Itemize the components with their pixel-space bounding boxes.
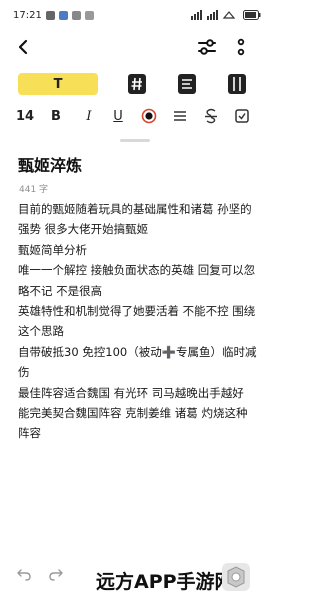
format-toolbar-row1: T [0, 72, 269, 98]
bottom-bar: 远方APP手游网 [0, 556, 269, 600]
paragraph[interactable]: 自带破抵30 免控100（被动➕专属鱼）临时减伤 [18, 342, 258, 383]
format-toolbar-row2: 14 B I U [0, 104, 269, 128]
align-icon[interactable] [172, 107, 188, 125]
text-style-button[interactable]: T [18, 73, 98, 95]
battery-icon [243, 10, 261, 20]
text-style-label: T [53, 76, 63, 92]
char-count: 441 字 [19, 185, 49, 195]
status-bar: 17:21 [0, 0, 269, 30]
checkbox-icon[interactable] [234, 107, 250, 125]
undo-icon[interactable] [16, 566, 32, 582]
paragraph[interactable]: 目前的甄姬随着玩具的基础属性和诸葛 孙坚的强势 很多大佬开始搞甄姬 [18, 199, 258, 240]
status-left: 17:21 [13, 10, 94, 21]
paragraph[interactable]: 英雄特性和机制觉得了她要活着 不能不控 围绕这个思路 [18, 301, 258, 342]
notification-icon [45, 10, 55, 20]
underline-button[interactable]: U [111, 107, 125, 125]
document-title[interactable]: 甄姬淬炼 [18, 152, 82, 176]
watermark-text: 远方APP手游网 [96, 570, 234, 593]
app-notification-icon-2 [71, 10, 81, 20]
app-notification-icon [58, 10, 68, 20]
document-body[interactable]: 目前的甄姬随着玩具的基础属性和诸葛 孙坚的强势 很多大佬开始搞甄姬 甄姬简单分析… [18, 199, 258, 444]
more-vertical-icon[interactable] [234, 38, 248, 56]
italic-button[interactable]: I [82, 107, 96, 125]
paragraph[interactable]: 唯一一个解控 接触负面状态的英雄 回复可以忽略不记 不是很高 [18, 260, 258, 301]
paragraph[interactable]: 最佳阵容适合魏国 有光环 司马越晚出手越好 能完美契合魏国阵容 克制姜维 诸葛 … [18, 383, 258, 444]
share-settings-icon[interactable] [197, 38, 217, 56]
app-notification-icon-3 [84, 10, 94, 20]
font-size-button[interactable]: 14 [16, 107, 34, 125]
strikethrough-icon[interactable] [203, 107, 219, 125]
redo-icon[interactable] [48, 566, 64, 582]
color-picker-icon[interactable] [141, 107, 157, 125]
list-doc-icon[interactable] [176, 72, 198, 96]
book-icon[interactable] [226, 72, 248, 96]
top-toolbar [0, 32, 269, 62]
paragraph[interactable]: 甄姬简单分析 [18, 240, 258, 260]
watermark-logo-icon [222, 563, 250, 591]
hashtag-icon[interactable] [126, 72, 148, 96]
signal-icon [191, 10, 236, 20]
status-right [191, 10, 261, 20]
bold-button[interactable]: B [49, 107, 63, 125]
status-time: 17:21 [13, 9, 42, 21]
back-arrow-icon[interactable] [14, 38, 32, 56]
drag-handle[interactable] [120, 139, 150, 142]
